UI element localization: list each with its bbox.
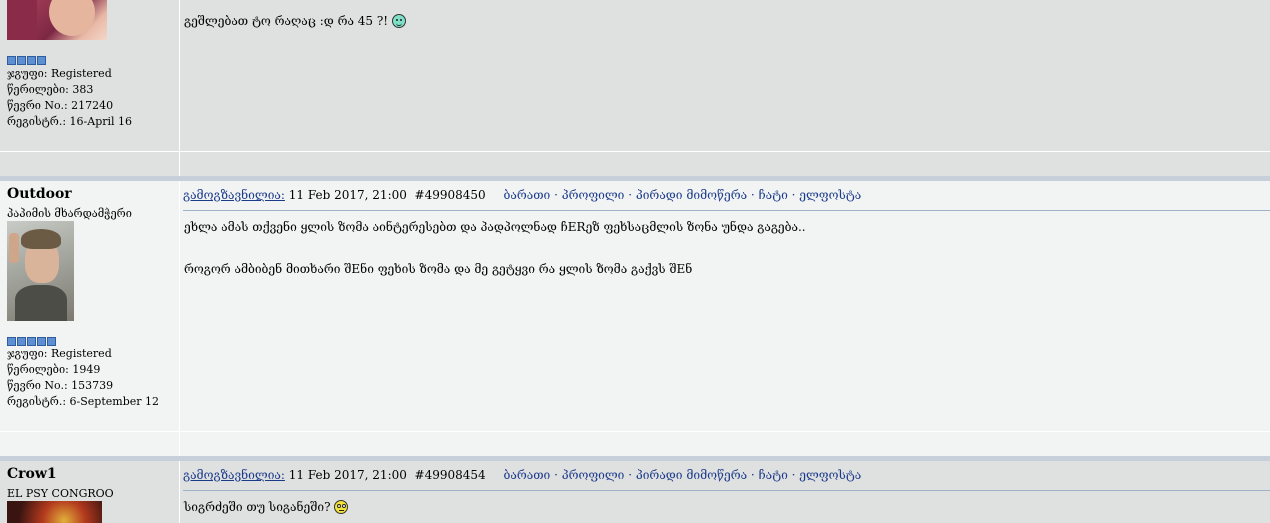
- post-content: გამოგზავნილია: 11 Feb 2017, 21:00 #49908…: [180, 461, 1270, 523]
- smiley-icon-teal: [391, 14, 406, 28]
- username[interactable]: Outdoor: [7, 186, 72, 202]
- menu-profile[interactable]: პროფილი: [562, 468, 625, 482]
- message-line: ეხლა ამას თქვენი ყლის ზომა აინტერესებთ დ…: [184, 220, 806, 234]
- post-footer: [0, 431, 1270, 456]
- avatar[interactable]: [7, 501, 102, 523]
- menu-chat[interactable]: ჩატი: [759, 468, 788, 482]
- menu-card[interactable]: ბარათი: [504, 188, 551, 202]
- menu-card[interactable]: ბარათი: [504, 468, 551, 482]
- user-registered: რეგისტრ.: 16-April 16: [7, 115, 133, 128]
- post-message: სიგრძეში თუ სიგანეში?: [184, 500, 349, 514]
- message-line: გეშლებათ ტო რაღაც :დ რა 45 ?!: [184, 14, 389, 28]
- post-author-panel: Outdoor პაპიმის მხარდამჭერი ჯგუფი: Regis…: [2, 181, 180, 431]
- menu-private-message[interactable]: პირადი მიმოწერა: [636, 468, 747, 482]
- post-id[interactable]: #49908454: [415, 468, 486, 482]
- user-member-number: წევრი No.: 153739: [7, 379, 114, 392]
- post-content: გეშლებათ ტო რაღაც :დ რა 45 ?!: [180, 0, 1270, 151]
- rank-stars: [7, 56, 46, 65]
- user-group: ჯგუფი: Registered: [7, 347, 112, 360]
- post-id[interactable]: #49908450: [415, 188, 486, 202]
- username[interactable]: Crow1: [7, 466, 57, 482]
- user-member-number: წევრი No.: 217240: [7, 99, 114, 112]
- menu-email[interactable]: ელფოსტა: [799, 188, 861, 202]
- menu-private-message[interactable]: პირადი მიმოწერა: [636, 188, 747, 202]
- post-footer: [0, 151, 1270, 176]
- user-registered: რეგისტრ.: 6-September 12: [7, 395, 160, 408]
- message-line: როგორ ამბიბენ მითხარი შEნი ფეხის ზომა და…: [184, 262, 693, 276]
- menu-profile[interactable]: პროფილი: [562, 188, 625, 202]
- avatar[interactable]: [7, 0, 107, 40]
- user-info: ჯგუფი: Registered წერილები: 383 წევრი No…: [7, 66, 132, 130]
- post: Outdoor პაპიმის მხარდამჭერი ჯგუფი: Regis…: [0, 181, 1270, 431]
- avatar[interactable]: [7, 221, 74, 321]
- posted-link[interactable]: გამოგზავნილია:: [183, 468, 285, 482]
- post-header: გამოგზავნილია: 11 Feb 2017, 21:00 #49908…: [183, 181, 1270, 211]
- post-header: გამოგზავნილია: 11 Feb 2017, 21:00 #49908…: [183, 461, 1270, 491]
- posted-link[interactable]: გამოგზავნილია:: [183, 188, 285, 202]
- smiley-icon-yellow: [334, 500, 349, 514]
- post-date: 11 Feb 2017, 21:00: [288, 468, 407, 482]
- post-author-panel: Crow1 EL PSY CONGROO: [2, 461, 180, 523]
- post-message: გეშლებათ ტო რაღაც :დ რა 45 ?!: [184, 14, 406, 28]
- user-group: ჯგუფი: Registered: [7, 67, 112, 80]
- post: Crow1 EL PSY CONGROO გამოგზავნილია: 11 F…: [0, 461, 1270, 523]
- post-message: ეხლა ამას თქვენი ყლის ზომა აინტერესებთ დ…: [184, 220, 806, 276]
- menu-chat[interactable]: ჩატი: [759, 188, 788, 202]
- post: ჯგუფი: Registered წერილები: 383 წევრი No…: [0, 0, 1270, 151]
- user-post-count: წერილები: 383: [7, 83, 94, 96]
- message-line: სიგრძეში თუ სიგანეში?: [184, 500, 331, 514]
- post-user-menu: ბარათი · პროფილი · პირადი მიმოწერა · ჩატ…: [503, 188, 862, 202]
- post-content: გამოგზავნილია: 11 Feb 2017, 21:00 #49908…: [180, 181, 1270, 431]
- user-post-count: წერილები: 1949: [7, 363, 101, 376]
- user-title: პაპიმის მხარდამჭერი: [7, 207, 132, 220]
- user-title: EL PSY CONGROO: [7, 487, 114, 500]
- post-author-panel: ჯგუფი: Registered წერილები: 383 წევრი No…: [2, 0, 180, 151]
- menu-email[interactable]: ელფოსტა: [799, 468, 861, 482]
- post-user-menu: ბარათი · პროფილი · პირადი მიმოწერა · ჩატ…: [503, 468, 862, 482]
- user-info: ჯგუფი: Registered წერილები: 1949 წევრი N…: [7, 346, 159, 410]
- post-date: 11 Feb 2017, 21:00: [288, 188, 407, 202]
- rank-stars: [7, 337, 56, 346]
